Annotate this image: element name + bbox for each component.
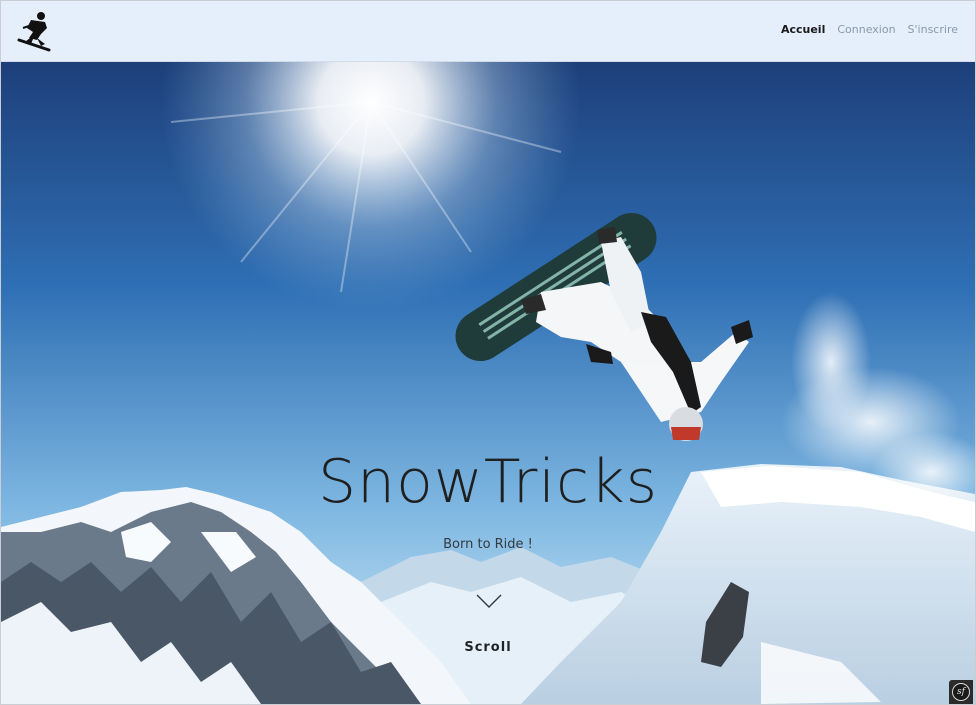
nav-link-connexion[interactable]: Connexion [837, 23, 895, 36]
hero-subtitle: Born to Ride ! [443, 537, 533, 552]
hero-title: SnowTricks [317, 447, 659, 517]
browser-viewport: Accueil Connexion S'inscrire SnowTricks … [0, 0, 976, 705]
hero-section: SnowTricks Born to Ride ! Scroll [1, 62, 975, 704]
symfony-toolbar-toggle[interactable]: sf [949, 680, 973, 704]
symfony-icon: sf [952, 683, 970, 701]
home-logo-link[interactable] [15, 10, 53, 52]
chevron-down-icon[interactable] [476, 594, 502, 610]
scroll-button[interactable]: Scroll [1, 640, 975, 655]
snowboarder-logo-icon [17, 12, 51, 52]
main-nav: Accueil Connexion S'inscrire [781, 23, 958, 36]
nav-link-accueil[interactable]: Accueil [781, 23, 825, 36]
top-navbar: Accueil Connexion S'inscrire [1, 1, 975, 62]
nav-link-inscrire[interactable]: S'inscrire [908, 23, 958, 36]
